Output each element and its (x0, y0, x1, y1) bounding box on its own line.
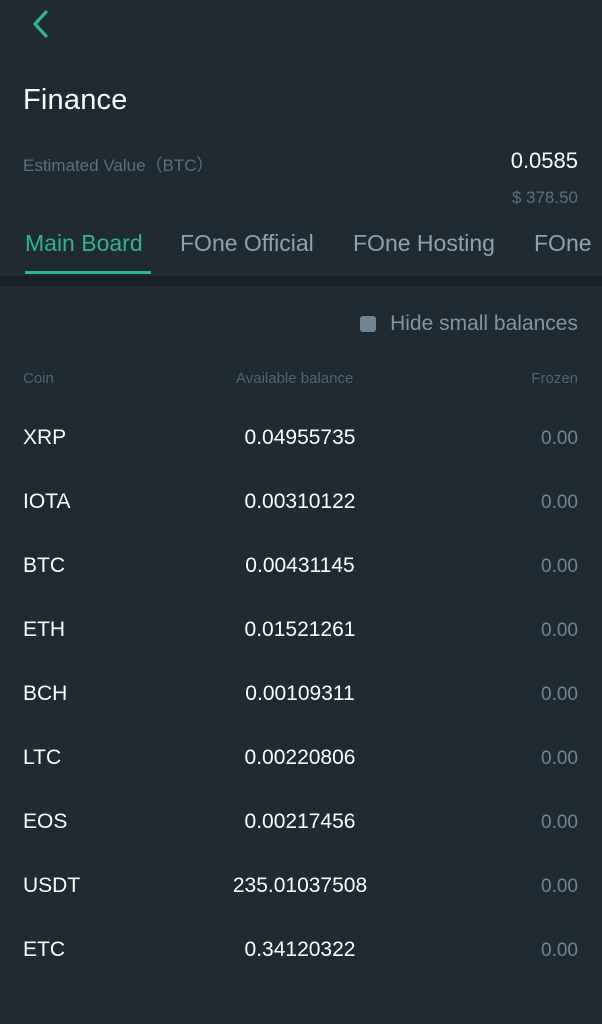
column-header-coin: Coin (23, 370, 54, 387)
available-balance: 0.01521261 (244, 618, 356, 641)
table-row[interactable]: USDT 235.01037508 0.00 (0, 855, 602, 919)
active-tab-indicator (25, 271, 151, 274)
frozen-balance: 0.00 (541, 940, 578, 961)
available-balance: 0.00220806 (244, 746, 356, 769)
board-tabs: Main Board FOne Official FOne Hosting FO… (0, 222, 602, 278)
table-row[interactable]: ETC 0.34120322 0.00 (0, 919, 602, 983)
table-row[interactable]: BTC 0.00431145 0.00 (0, 535, 602, 599)
page-title: Finance (23, 84, 128, 116)
estimated-value-usd: $ 378.50 (511, 188, 578, 207)
frozen-balance: 0.00 (541, 684, 578, 705)
table-row[interactable]: XRP 0.04955735 0.00 (0, 407, 602, 471)
table-row[interactable]: EOS 0.00217456 0.00 (0, 791, 602, 855)
table-row[interactable]: ETH 0.01521261 0.00 (0, 599, 602, 663)
coin-symbol: BTC (23, 554, 65, 577)
available-balance: 0.34120322 (244, 938, 356, 961)
frozen-balance: 0.00 (541, 428, 578, 449)
available-balance: 235.01037508 (232, 874, 368, 897)
coin-symbol: LTC (23, 746, 62, 769)
hide-small-balances-toggle[interactable]: Hide small balances (360, 312, 578, 336)
back-button[interactable] (22, 6, 58, 42)
frozen-balance: 0.00 (541, 620, 578, 641)
available-balance: 0.00310122 (244, 490, 356, 513)
available-balance: 0.00217456 (244, 810, 356, 833)
frozen-balance: 0.00 (541, 492, 578, 513)
coin-symbol: BCH (23, 682, 68, 705)
coin-symbol: ETC (23, 938, 65, 961)
tab-main-board[interactable]: Main Board (25, 230, 143, 257)
frozen-balance: 0.00 (541, 748, 578, 769)
balance-list: XRP 0.04955735 0.00 IOTA 0.00310122 0.00… (0, 407, 602, 983)
available-balance: 0.00109311 (245, 682, 355, 705)
table-row[interactable]: LTC 0.00220806 0.00 (0, 727, 602, 791)
tab-fone[interactable]: FOne (534, 230, 592, 257)
tab-fone-hosting[interactable]: FOne Hosting (353, 230, 495, 257)
hide-small-balances-label: Hide small balances (390, 312, 578, 335)
column-header-available: Available balance (236, 370, 354, 387)
finance-screen: Finance Estimated Value（BTC） 0.0585 $ 37… (0, 0, 602, 1024)
tab-fone-official[interactable]: FOne Official (180, 230, 314, 257)
frozen-balance: 0.00 (541, 812, 578, 833)
chevron-left-icon (33, 10, 48, 38)
frozen-balance: 0.00 (541, 556, 578, 577)
coin-symbol: USDT (23, 874, 81, 897)
checkbox-icon[interactable] (360, 316, 377, 332)
coin-symbol: ETH (23, 618, 65, 641)
coin-symbol: EOS (23, 810, 68, 833)
estimated-value-btc: 0.0585 (510, 148, 578, 173)
coin-symbol: XRP (23, 426, 67, 449)
frozen-balance: 0.00 (541, 876, 578, 897)
available-balance: 0.00431145 (245, 554, 355, 577)
table-row[interactable]: IOTA 0.00310122 0.00 (0, 471, 602, 535)
table-row[interactable]: BCH 0.00109311 0.00 (0, 663, 602, 727)
coin-symbol: IOTA (23, 490, 71, 513)
estimated-value-label: Estimated Value（BTC） (23, 156, 214, 175)
available-balance: 0.04955735 (244, 426, 356, 449)
column-header-frozen: Frozen (531, 370, 578, 387)
tabs-divider (0, 276, 602, 286)
